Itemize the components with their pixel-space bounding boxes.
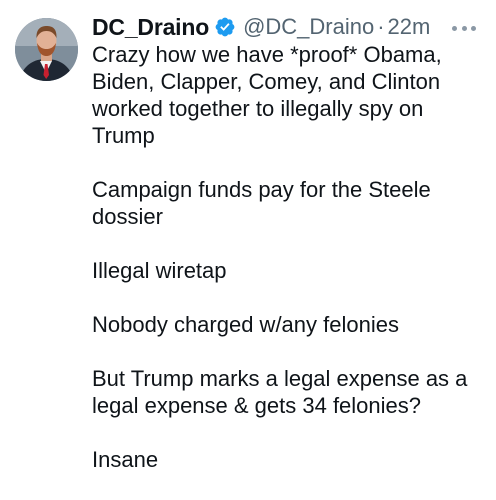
user-handle[interactable]: @DC_Draino bbox=[243, 14, 374, 40]
display-name[interactable]: DC_Draino bbox=[92, 14, 209, 41]
avatar-image bbox=[15, 18, 78, 81]
verified-badge-icon bbox=[214, 16, 236, 38]
tweet-paragraph: But Trump marks a legal expense as a leg… bbox=[92, 366, 474, 418]
tweet-paragraph: Campaign funds pay for the Steele dossie… bbox=[92, 177, 437, 229]
tweet-paragraph: Crazy how we have *proof* Obama, Biden, … bbox=[92, 42, 448, 148]
timestamp[interactable]: 22m bbox=[388, 14, 431, 40]
more-dot bbox=[471, 25, 476, 31]
tweet-header: DC_Draino @DC_Draino · 22m bbox=[92, 9, 430, 45]
tweet-paragraph: Insane bbox=[92, 447, 159, 472]
more-dot bbox=[461, 25, 467, 31]
avatar[interactable] bbox=[15, 18, 78, 81]
more-dot bbox=[452, 25, 457, 31]
separator-dot: · bbox=[377, 14, 385, 39]
tweet-paragraph: Nobody charged w/any felonies bbox=[92, 312, 399, 337]
tweet-text: Crazy how we have *proof* Obama, Biden, … bbox=[92, 41, 484, 473]
tweet-paragraph: Illegal wiretap bbox=[92, 258, 227, 283]
tweet[interactable]: DC_Draino @DC_Draino · 22m Crazy how we … bbox=[0, 0, 496, 500]
more-options-icon[interactable] bbox=[452, 18, 476, 38]
